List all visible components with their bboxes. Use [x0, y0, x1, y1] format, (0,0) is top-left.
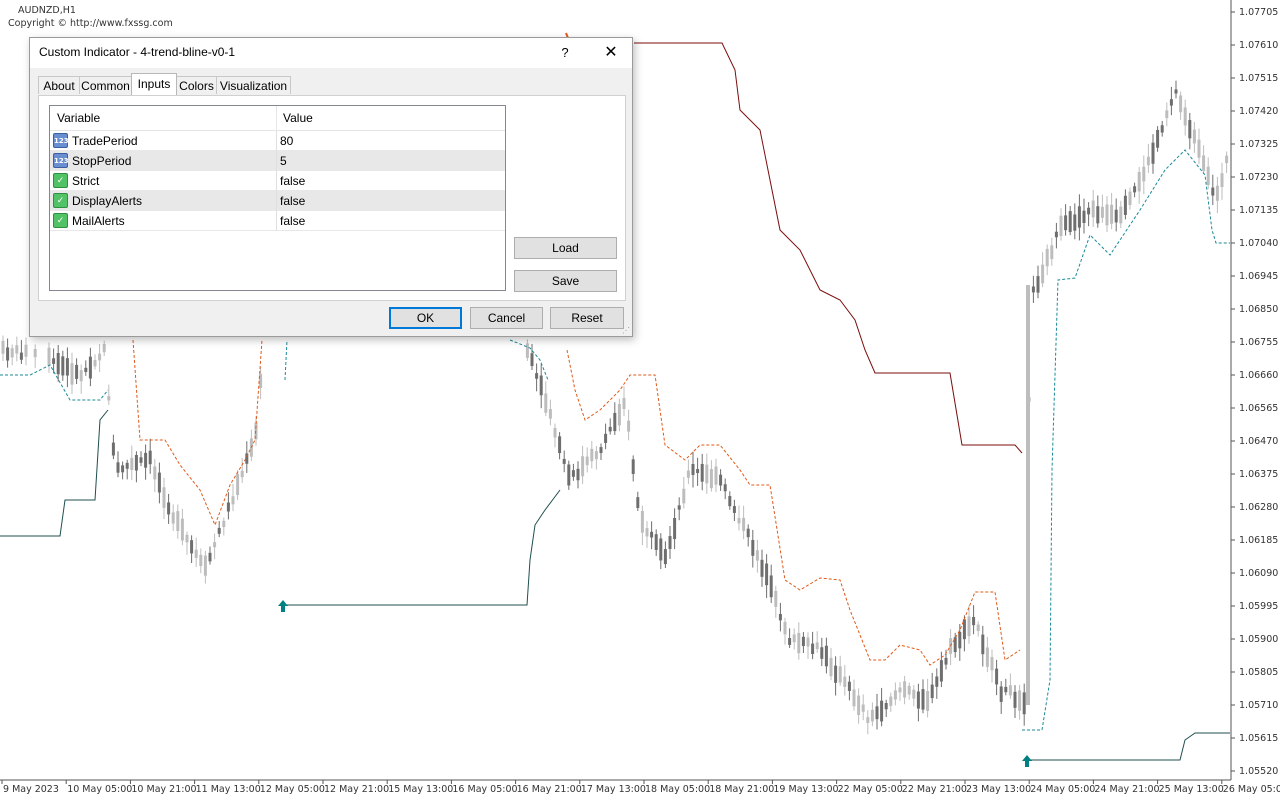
arrow-up-icon [1022, 755, 1032, 767]
table-row[interactable]: ✓ Strict false [50, 171, 505, 191]
tab-inputs[interactable]: Inputs [131, 73, 177, 95]
table-row[interactable]: ✓ MailAlerts false [50, 211, 505, 231]
time-tick-label: 22 May 05:00 [838, 784, 903, 795]
time-tick-label: 15 May 13:00 [388, 784, 453, 795]
price-tick-label: 1.06375 [1239, 469, 1278, 480]
price-tick-label: 1.05710 [1239, 700, 1278, 711]
table-row[interactable]: 123 TradePeriod 80 [50, 131, 505, 151]
price-tick-label: 1.05520 [1239, 766, 1278, 777]
time-tick-label: 10 May 05:00 [67, 784, 132, 795]
number-icon: 123 [53, 153, 69, 168]
tab-common[interactable]: Common [79, 76, 132, 94]
price-axis: 1.07705 1.07610 1.07515 1.07420 1.07325 1.072… [1231, 7, 1278, 777]
number-icon: 123 [53, 133, 69, 148]
price-tick-label: 1.06755 [1239, 337, 1278, 348]
time-tick-label: 18 May 05:00 [645, 784, 710, 795]
column-value[interactable]: Value [283, 111, 313, 125]
time-axis: 9 May 2023 10 May 05:00 10 May 21:00 11 May… [1, 780, 1280, 795]
price-tick-label: 1.06660 [1239, 370, 1278, 381]
time-tick-label: 9 May 2023 [3, 784, 59, 795]
price-tick-label: 1.05995 [1239, 601, 1278, 612]
tab-visualization[interactable]: Visualization [216, 76, 291, 94]
time-tick-label: 18 May 21:00 [709, 784, 774, 795]
load-button[interactable]: Load [514, 237, 617, 259]
input-value[interactable]: false [280, 214, 305, 228]
input-name: StopPeriod [72, 154, 132, 168]
time-tick-label: 12 May 05:00 [260, 784, 325, 795]
reset-button[interactable]: Reset [550, 307, 624, 329]
table-row[interactable]: 123 StopPeriod 5 [50, 151, 505, 171]
tab-about[interactable]: About [38, 76, 80, 94]
time-tick-label: 23 May 13:00 [966, 784, 1031, 795]
symbol-label: AUDNZD,H1 [18, 5, 76, 16]
close-button[interactable]: ✕ [596, 42, 626, 64]
price-tick-label: 1.07040 [1239, 238, 1278, 249]
time-tick-label: 26 May 05:00 [1223, 784, 1280, 795]
dialog-title: Custom Indicator - 4-trend-bline-v0-1 [39, 45, 236, 59]
price-tick-label: 1.07515 [1239, 73, 1278, 84]
price-tick-label: 1.07610 [1239, 40, 1278, 51]
ok-button[interactable]: OK [389, 307, 462, 329]
input-name: MailAlerts [72, 214, 125, 228]
custom-indicator-dialog[interactable]: Custom Indicator - 4-trend-bline-v0-1 ? … [29, 37, 633, 337]
arrow-up-icon [278, 600, 288, 612]
tab-colors[interactable]: Colors [176, 76, 217, 94]
price-tick-label: 1.07325 [1239, 139, 1278, 150]
price-tick-label: 1.06850 [1239, 304, 1278, 315]
input-name: Strict [72, 174, 100, 188]
time-tick-label: 25 May 13:00 [1159, 784, 1224, 795]
price-tick-label: 1.07705 [1239, 7, 1278, 18]
price-tick-label: 1.05805 [1239, 667, 1278, 678]
price-tick-label: 1.06945 [1239, 271, 1278, 282]
price-tick-label: 1.06185 [1239, 535, 1278, 546]
time-tick-label: 17 May 13:00 [581, 784, 646, 795]
save-button[interactable]: Save [514, 270, 617, 292]
time-tick-label: 19 May 13:00 [773, 784, 838, 795]
boolean-icon: ✓ [53, 173, 68, 188]
price-tick-label: 1.05615 [1239, 733, 1278, 744]
input-name: DisplayAlerts [72, 194, 143, 208]
time-tick-label: 24 May 05:00 [1030, 784, 1095, 795]
inputs-table[interactable]: Variable Value 123 TradePeriod 80 123 St… [49, 105, 506, 291]
boolean-icon: ✓ [53, 213, 68, 228]
input-value[interactable]: 5 [280, 154, 287, 168]
input-name: TradePeriod [72, 134, 138, 148]
price-tick-label: 1.07135 [1239, 205, 1278, 216]
price-tick-label: 1.07230 [1239, 172, 1278, 183]
price-tick-label: 1.06470 [1239, 436, 1278, 447]
copyright-label: Copyright © http://www.fxssg.com [8, 18, 173, 29]
input-value[interactable]: false [280, 194, 305, 208]
time-tick-label: 12 May 21:00 [324, 784, 389, 795]
table-header: Variable Value [50, 106, 505, 131]
cancel-button[interactable]: Cancel [470, 307, 543, 329]
time-tick-label: 16 May 21:00 [517, 784, 582, 795]
dialog-titlebar[interactable]: Custom Indicator - 4-trend-bline-v0-1 ? … [30, 38, 632, 68]
time-tick-label: 22 May 21:00 [902, 784, 967, 795]
price-tick-label: 1.06565 [1239, 403, 1278, 414]
time-tick-label: 24 May 21:00 [1094, 784, 1159, 795]
help-button[interactable]: ? [550, 42, 580, 64]
price-tick-label: 1.06280 [1239, 502, 1278, 513]
resize-grip-icon[interactable]: ⋰ [622, 326, 632, 336]
boolean-icon: ✓ [53, 193, 68, 208]
close-icon: ✕ [604, 44, 618, 61]
price-tick-label: 1.05900 [1239, 634, 1278, 645]
price-tick-label: 1.06090 [1239, 568, 1278, 579]
column-variable[interactable]: Variable [57, 111, 100, 125]
input-value[interactable]: false [280, 174, 305, 188]
time-tick-label: 11 May 13:00 [196, 784, 261, 795]
table-row[interactable]: ✓ DisplayAlerts false [50, 191, 505, 211]
inputs-panel: Variable Value 123 TradePeriod 80 123 St… [38, 95, 626, 301]
price-tick-label: 1.07420 [1239, 106, 1278, 117]
input-value[interactable]: 80 [280, 134, 293, 148]
time-tick-label: 10 May 21:00 [131, 784, 196, 795]
time-tick-label: 16 May 05:00 [452, 784, 517, 795]
